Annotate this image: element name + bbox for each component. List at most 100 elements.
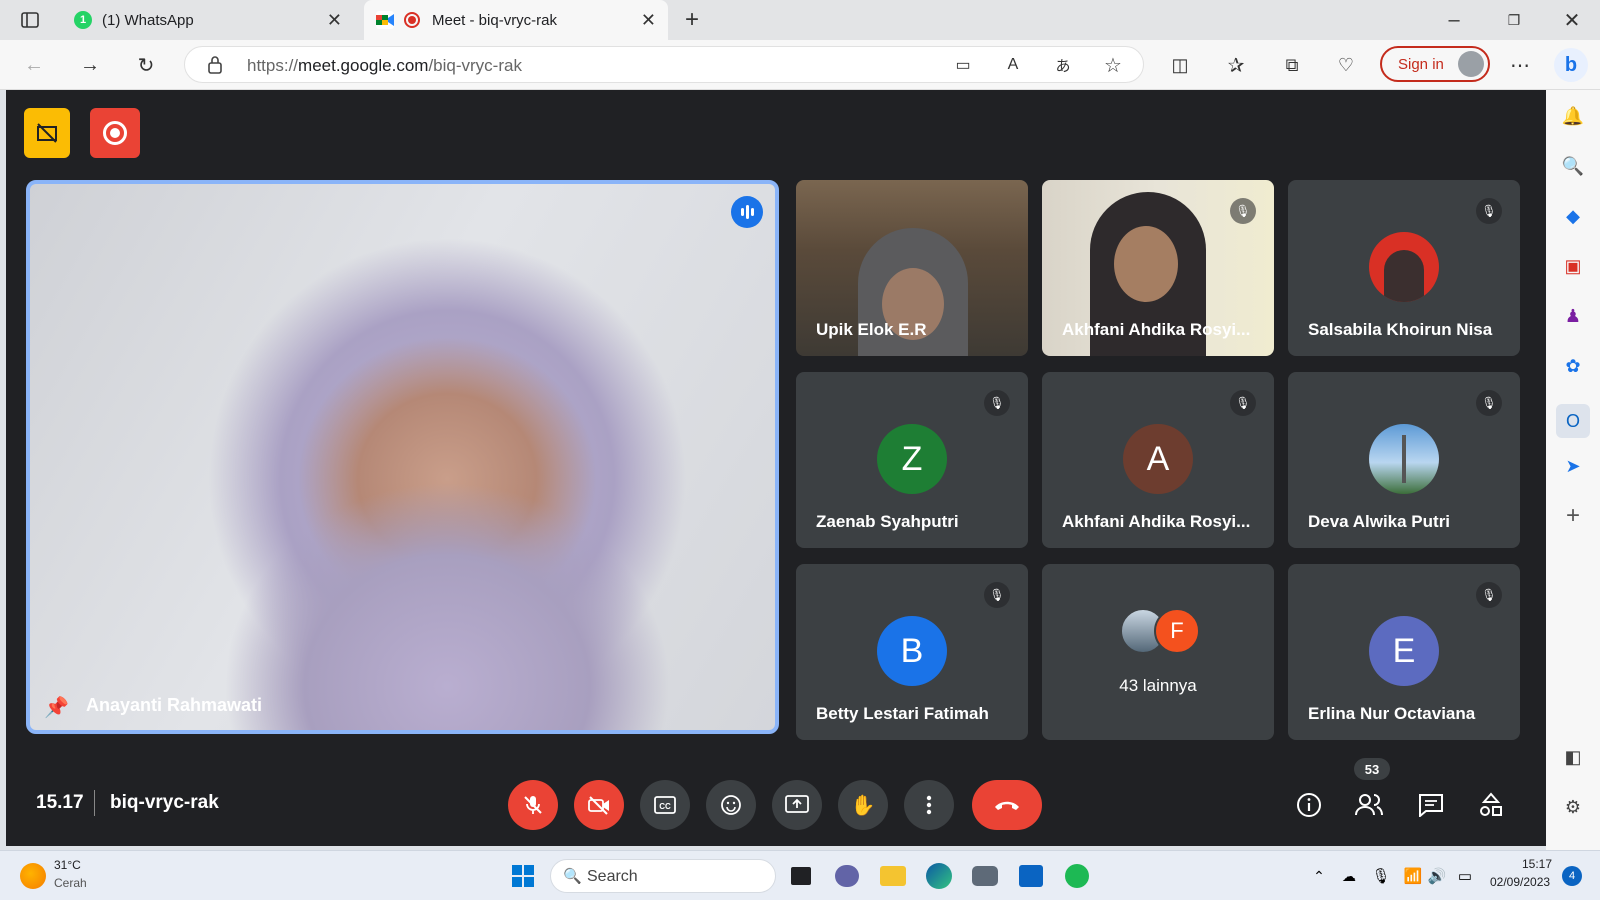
mic-off-icon: 🎙 [1476,390,1502,416]
participant-tile[interactable]: 🎙 Z Zaenab Syahputri [796,372,1028,548]
refresh-icon[interactable]: ↻ [134,53,158,77]
avatar: B [877,616,947,686]
avatar [1369,232,1439,302]
camera-app-icon[interactable] [970,861,1000,891]
tab-actions-icon[interactable] [18,8,42,32]
control-bar: 15.17 biq-vryc-rak CC ✋ 53 [6,750,1546,846]
avatar: E [1369,616,1439,686]
search-icon[interactable]: 🔍 [1561,154,1585,178]
avatar: F [1154,608,1200,654]
more-options-button[interactable] [904,780,954,830]
teams-chat-icon[interactable] [832,861,862,891]
copilot-icon[interactable]: b [1554,48,1588,82]
more-options-icon[interactable]: ⋯ [1508,53,1532,77]
people-icon[interactable] [1352,788,1386,822]
store-icon[interactable] [1016,861,1046,891]
games-icon[interactable]: ♟ [1561,304,1585,328]
tray-chevron-icon[interactable]: ⌃ [1304,861,1334,891]
tools-icon[interactable]: ▣ [1561,254,1585,278]
shopping-icon[interactable]: ◆ [1561,204,1585,228]
tab-whatsapp[interactable]: 1 (1) WhatsApp ✕ [62,0,354,40]
main-participant-name: Anayanti Rahmawati [86,695,263,715]
emoji-reaction-button[interactable] [706,780,756,830]
outlook-icon[interactable]: O [1556,404,1590,438]
participant-face [1114,226,1178,302]
url-input[interactable]: https://meet.google.com/biq-vryc-rak ▭ A… [184,46,1144,83]
favorite-star-icon[interactable]: ☆ [1101,53,1125,77]
weather-icon[interactable] [20,863,46,889]
close-icon[interactable]: ✕ [641,10,656,31]
microsoft365-icon[interactable]: ✿ [1561,354,1585,378]
mic-off-icon: 🎙 [1230,390,1256,416]
svg-text:CC: CC [659,802,671,811]
file-explorer-icon[interactable] [878,861,908,891]
windows-taskbar: 31°C Cerah 🔍 Search ⌃ ☁ 🎙 📶 🔊 ▭ 15:17 02… [0,850,1600,900]
tab-meet[interactable]: Meet - biq-vryc-rak ✕ [364,0,668,40]
chat-icon[interactable] [1414,788,1448,822]
pin-icon[interactable]: 📌 [44,695,69,720]
forward-icon[interactable]: → [78,53,102,77]
lock-icon [207,55,223,80]
split-screen-icon[interactable]: ◫ [1168,53,1192,77]
add-icon[interactable]: + [1561,502,1585,529]
camera-permission-icon[interactable]: ▭ [951,53,975,77]
task-view-icon[interactable] [786,861,816,891]
window-close-icon[interactable]: ✕ [1560,8,1584,32]
participant-tile[interactable]: 🎙 Salsabila Khoirun Nisa [1288,180,1520,356]
translate-icon[interactable]: あ [1051,53,1075,77]
mic-off-icon: 🎙 [1230,198,1256,224]
activities-icon[interactable] [1474,788,1508,822]
participant-tile[interactable]: Upik Elok E.R [796,180,1028,356]
main-video-tile[interactable]: 📌 Anayanti Rahmawati [26,180,779,734]
onedrive-icon[interactable]: ☁ [1334,861,1364,891]
send-icon[interactable]: ➤ [1561,454,1585,478]
url-text: https://meet.google.com/biq-vryc-rak [247,56,522,75]
mic-toggle-button[interactable] [508,780,558,830]
battery-icon[interactable]: ▭ [1450,861,1480,891]
notifications-icon[interactable]: 🔔 [1561,104,1585,128]
back-icon[interactable]: ← [22,53,46,77]
more-participants-tile[interactable]: F 43 lainnya [1042,564,1274,740]
microphone-icon[interactable]: 🎙 [1366,861,1396,891]
participant-tile[interactable]: 🎙 Deva Alwika Putri [1288,372,1520,548]
minimize-icon[interactable]: – [1442,8,1466,32]
new-tab-icon[interactable]: + [680,6,704,33]
meeting-info-icon[interactable] [1292,788,1326,822]
taskbar-search[interactable]: 🔍 Search [550,859,776,893]
collections-icon[interactable]: ⧉ [1280,53,1304,77]
avatar [1369,424,1439,494]
edge-icon[interactable] [924,861,954,891]
weather-desc: Cerah [54,876,87,890]
recording-indicator-icon[interactable] [90,108,140,158]
start-icon[interactable] [508,861,538,891]
read-aloud-icon[interactable]: A [1001,53,1025,77]
participant-tile[interactable]: 🎙 A Akhfani Ahdika Rosyi... [1042,372,1274,548]
sidebar-toggle-icon[interactable]: ◧ [1561,745,1585,769]
meeting-code: biq-vryc-rak [110,792,219,813]
settings-icon[interactable]: ⚙ [1561,795,1585,819]
raise-hand-button[interactable]: ✋ [838,780,888,830]
browser-essentials-icon[interactable]: ♡ [1334,53,1358,77]
address-bar-row: ← → ↻ https://meet.google.com/biq-vryc-r… [0,40,1600,90]
speaking-indicator-icon [731,196,763,228]
camera-toggle-button[interactable] [574,780,624,830]
sign-in-button[interactable]: Sign in [1380,46,1490,82]
tab-whatsapp-label: (1) WhatsApp [102,11,194,29]
restore-icon[interactable]: ❐ [1502,8,1526,32]
close-icon[interactable]: ✕ [327,10,342,31]
present-screen-button[interactable] [772,780,822,830]
leave-call-button[interactable] [972,780,1042,830]
volume-icon[interactable]: 🔊 [1422,861,1452,891]
edge-sidebar: 🔔 🔍 ◆ ▣ ♟ ✿ O ➤ + ◧ ⚙ [1546,90,1600,850]
clock-time: 15:17 [1522,857,1553,871]
host-controls-icon[interactable] [24,108,70,158]
spotify-icon[interactable] [1062,861,1092,891]
participant-tile[interactable]: 🎙 B Betty Lestari Fatimah [796,564,1028,740]
weather-temp: 31°C [54,858,81,872]
whatsapp-icon: 1 [74,11,92,29]
captions-button[interactable]: CC [640,780,690,830]
favorites-icon[interactable]: ✰ [1224,53,1248,77]
participant-tile[interactable]: 🎙 Akhfani Ahdika Rosyi... [1042,180,1274,356]
notification-badge[interactable]: 4 [1562,866,1582,886]
participant-tile[interactable]: 🎙 E Erlina Nur Octaviana [1288,564,1520,740]
